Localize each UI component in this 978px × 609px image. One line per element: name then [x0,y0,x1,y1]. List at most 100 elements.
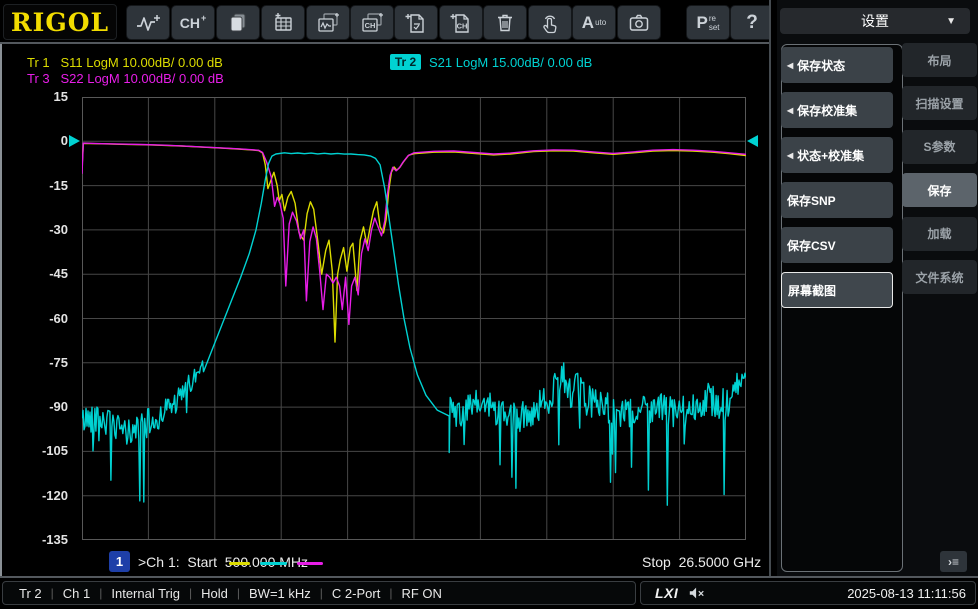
window-waveform-icon [316,11,340,35]
y-axis-tick: -45 [49,266,68,282]
window-ch-icon: CH [360,11,384,35]
new-channel-window-button[interactable]: CH [350,5,394,40]
page-ch-icon: CH [449,11,473,35]
reference-level-marker-left-icon[interactable] [69,135,80,147]
menu-item-label: 保存CSV [787,238,836,253]
status-segment-left: Tr 2 | Ch 1 | Internal Trig | Hold | BW=1 kHz | C … [2,581,636,605]
menu-item-save-csv[interactable]: 保存CSV [781,227,893,263]
submenu-arrow-icon: ◀ [787,150,794,160]
status-calibration: C 2-Port [331,585,381,601]
status-rf: RF ON [401,585,442,601]
tab-save[interactable]: 保存 [902,173,977,208]
tab-load[interactable]: 加载 [902,216,977,251]
vna-screen: RIGOL CH + CH CH Auto Pre set? Tr 1 S11 LogM 1… [0,0,978,609]
y-axis-tick: -15 [49,177,68,193]
touch-button[interactable] [528,5,572,40]
y-axis-tick: -135 [41,532,68,547]
svg-text:CH: CH [365,21,376,30]
menu-item-label: 保存状态 [797,58,846,73]
settings-sidebar: 设置 ▼ ›≡ ◀ 保存状态 ◀ 保存校准集 ◀ 状态+校准集 保存SNP 保存CSV 屏幕截图… [777,0,978,576]
help-button[interactable]: ? [730,5,774,40]
stop-frequency-label[interactable]: Stop 26.5000 GHz [642,554,761,570]
s11-legend-line [229,562,250,565]
sidebar-title: 设置 [861,13,889,29]
status-channel: Ch 1 [62,585,91,601]
preset-button-icon: P [696,12,708,32]
trace1-label[interactable]: Tr 1 S11 LogM 10.00dB/ 0.00 dB [27,55,223,70]
new-trace-window-button[interactable] [306,5,350,40]
y-axis-tick: -120 [41,487,68,503]
channel-number-badge[interactable]: 1 [109,551,130,572]
touch-icon [538,11,562,35]
ch-plus-icon: CH + [179,12,207,31]
page-trace-icon [404,11,428,35]
tab-s-params[interactable]: S参数 [902,129,977,164]
lxi-indicator: LXI [655,585,679,601]
rigol-logo-text: RIGOL [10,7,110,37]
trace3-label[interactable]: Tr 3 S22 LogM 10.00dB/ 0.00 dB [27,71,224,86]
menu-item-label: 屏幕截图 [788,283,837,298]
reference-level-marker-right-icon[interactable] [747,135,758,147]
menu-item-label: 保存校准集 [797,103,858,118]
preset-button[interactable]: Pre set [686,5,730,40]
status-separator: | [389,586,393,600]
y-axis-tick: -30 [49,221,68,237]
y-axis-tick: 15 [53,89,68,104]
rigol-logo: RIGOL [3,4,117,40]
date-time: 2025-08-13 11:11:56 [847,585,966,601]
waveform-plus-icon [134,11,162,35]
menu-item-label: 保存SNP [787,193,836,208]
status-bar: Tr 2 | Ch 1 | Internal Trig | Hold | BW=1 kHz | C … [0,578,978,609]
tab-sweep-settings[interactable]: 扫描设置 [902,86,977,121]
y-axis-tick: -60 [49,310,68,326]
status-active-trace: Tr 2 [19,585,42,601]
help-icon: ? [746,11,758,33]
plot-region: Tr 1 S11 LogM 10.00dB/ 0.00 dB Tr 3 S22 … [0,44,772,576]
add-trace-button[interactable] [126,5,170,40]
new-table-button[interactable] [261,5,305,40]
trash-icon [493,11,517,35]
copy-channel-button[interactable]: CH [439,5,483,40]
s21-legend-line [260,562,287,565]
sidebar-title-dropdown[interactable]: 设置 ▼ [780,8,970,34]
status-if-bandwidth: BW=1 kHz [249,585,311,601]
auto-scale-button[interactable]: Auto [572,5,616,40]
submenu-arrow-icon: ◀ [787,60,794,70]
copy-trace-button[interactable] [394,5,438,40]
add-channel-button[interactable]: CH + [171,5,215,40]
y-axis-tick: -105 [41,443,68,459]
status-separator: | [189,586,193,600]
submenu-arrow-icon: ◀ [787,105,794,115]
s22-legend-line [297,562,323,565]
measurement-plot [82,97,746,540]
screenshot-button[interactable] [617,5,661,40]
svg-text:CH: CH [457,21,468,30]
camera-icon [627,11,651,35]
menu-item-label: 状态+校准集 [797,148,865,163]
y-axis-tick: 0 [60,133,68,149]
y-axis-tick: -90 [49,399,68,415]
menu-item-save-state[interactable]: ◀ 保存状态 [781,47,893,83]
status-separator: | [99,586,103,600]
menu-item-screenshot[interactable]: 屏幕截图 [781,272,893,308]
menu-item-save-snp[interactable]: 保存SNP [781,182,893,218]
tab-layout[interactable]: 布局 [902,43,977,77]
layers-icon [226,11,250,35]
auto-scale-button-icon: A [581,12,595,32]
speaker-muted-icon[interactable] [688,585,706,601]
status-trigger: Internal Trig [111,585,181,601]
dropdown-arrow-icon: ▼ [946,15,956,27]
trace2-label[interactable]: S21 LogM 15.00dB/ 0.00 dB [429,55,592,70]
windows-layout-button[interactable] [216,5,260,40]
status-sweep: Hold [201,585,228,601]
table-plus-icon [271,11,295,35]
active-trace-badge[interactable]: Tr 2 [390,54,421,70]
menu-item-state-plus-cal-set[interactable]: ◀ 状态+校准集 [781,137,893,173]
status-separator: | [319,586,323,600]
y-axis-tick: -75 [49,354,68,370]
tab-file-system[interactable]: 文件系统 [902,260,977,294]
menu-item-save-cal-set[interactable]: ◀ 保存校准集 [781,92,893,128]
menu-collapse-icon[interactable]: ›≡ [940,551,967,572]
delete-button[interactable] [483,5,527,40]
status-separator: | [50,586,54,600]
